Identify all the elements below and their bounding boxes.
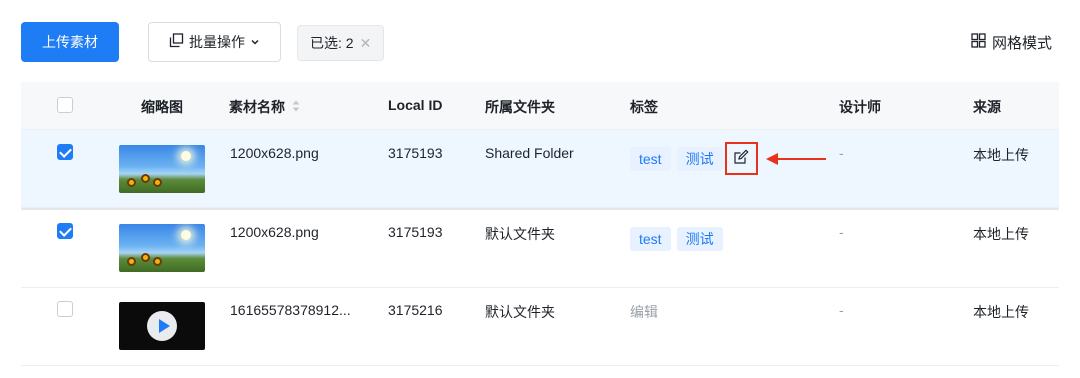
local-id: 3175216	[388, 302, 443, 318]
thumbnail-image[interactable]	[119, 224, 205, 272]
designer: -	[839, 302, 844, 318]
annotation-arrow-head	[766, 153, 778, 165]
header-tags: 标签	[630, 99, 658, 115]
thumbnail-flower	[153, 178, 162, 187]
copy-icon	[169, 33, 184, 51]
asset-name[interactable]: 16165578378912...	[230, 302, 351, 318]
tag: 测试	[676, 146, 723, 171]
annotation-arrow	[766, 153, 826, 165]
grid-mode-label: 网格模式	[991, 34, 1052, 52]
source: 本地上传	[973, 147, 1029, 163]
upload-button[interactable]: 上传素材	[21, 22, 119, 62]
thumbnail-sun	[181, 230, 191, 240]
header-source: 来源	[973, 99, 1001, 115]
play-icon[interactable]	[147, 311, 177, 341]
grid-mode-toggle[interactable]: 网格模式	[971, 22, 1052, 62]
tag-list: test 测试	[630, 227, 729, 251]
upload-button-label: 上传素材	[42, 34, 98, 50]
selected-count-chip: 已选: 2 ✕	[297, 25, 385, 61]
folder-name: 默认文件夹	[485, 304, 555, 320]
source: 本地上传	[973, 226, 1029, 242]
thumbnail-flower	[153, 257, 162, 266]
asset-name[interactable]: 1200x628.png	[230, 145, 319, 161]
tag: test	[630, 227, 671, 251]
local-id: 3175193	[388, 224, 443, 240]
row-checkbox[interactable]	[57, 144, 73, 160]
header-local-id: Local ID	[388, 97, 443, 113]
selected-count-label: 已选: 2	[310, 35, 354, 51]
table-row[interactable]: 1200x628.png 3175193 Shared Folder test …	[21, 130, 1059, 208]
local-id: 3175193	[388, 145, 443, 161]
select-all-checkbox[interactable]	[57, 97, 73, 113]
thumbnail-sun	[181, 151, 191, 161]
tag: test	[630, 146, 671, 171]
header-name[interactable]: 素材名称	[229, 97, 301, 117]
thumbnail-flower	[127, 257, 136, 266]
designer: -	[839, 224, 844, 240]
annotation-arrow-shaft	[778, 157, 826, 161]
sort-icon[interactable]	[291, 99, 301, 116]
toolbar: 上传素材 批量操作 已选: 2 ✕ 网格模式	[21, 22, 1059, 62]
table-row[interactable]: 16165578378912... 3175216 默认文件夹 编辑 - 本地上…	[21, 288, 1059, 366]
tag: 测试	[676, 227, 723, 251]
edit-tags-button[interactable]	[724, 142, 758, 175]
chevron-down-icon	[250, 34, 260, 50]
designer: -	[839, 145, 844, 161]
header-designer: 设计师	[839, 99, 881, 115]
thumbnail-video[interactable]	[119, 302, 205, 350]
source: 本地上传	[973, 304, 1029, 320]
thumbnail-flower	[141, 174, 150, 183]
row-checkbox[interactable]	[57, 223, 73, 239]
clear-selection-icon[interactable]: ✕	[360, 35, 372, 52]
edit-icon	[733, 149, 749, 168]
folder-name: Shared Folder	[485, 145, 574, 161]
table-row[interactable]: 1200x628.png 3175193 默认文件夹 test 测试 - 本地上…	[21, 208, 1059, 288]
grid-icon	[971, 32, 986, 52]
thumbnail-flower	[127, 178, 136, 187]
table-header: 缩略图 素材名称 Local ID 所属文件夹 标签 设计师 来源	[21, 82, 1059, 130]
thumbnail-image[interactable]	[119, 145, 205, 193]
batch-operations-dropdown[interactable]: 批量操作	[148, 22, 281, 62]
edit-tags-link[interactable]: 编辑	[630, 302, 658, 322]
header-folder: 所属文件夹	[485, 99, 555, 115]
row-checkbox[interactable]	[57, 301, 73, 317]
asset-name[interactable]: 1200x628.png	[230, 224, 319, 240]
asset-table: 缩略图 素材名称 Local ID 所属文件夹 标签 设计师 来源 1200x6…	[21, 82, 1059, 366]
thumbnail-flower	[141, 253, 150, 262]
header-thumbnail: 缩略图	[141, 99, 183, 115]
folder-name: 默认文件夹	[485, 226, 555, 242]
header-name-label: 素材名称	[229, 99, 285, 115]
tag-list: test 测试	[630, 142, 758, 175]
batch-operations-label: 批量操作	[189, 34, 245, 50]
